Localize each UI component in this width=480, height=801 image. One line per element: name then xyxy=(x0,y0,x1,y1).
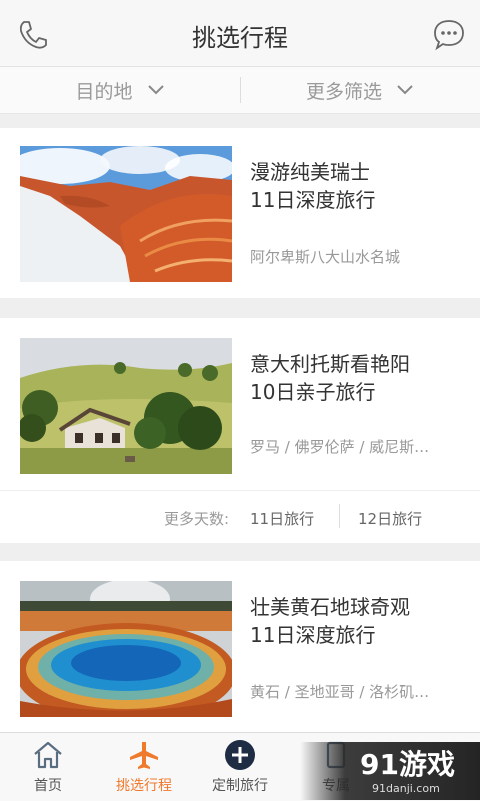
trip-title-line1: 意大利托斯看艳阳 xyxy=(250,352,410,376)
top-bar: 挑选行程 xyxy=(0,0,480,67)
filter-bar: 目的地 更多筛选 xyxy=(0,67,480,114)
home-icon xyxy=(34,741,62,769)
more-days-option[interactable]: 12日旅行 xyxy=(358,508,422,529)
tab-label: 定制旅行 xyxy=(212,778,268,794)
trip-image xyxy=(20,338,232,474)
trip-card[interactable]: 漫游纯美瑞士 11日深度旅行 阿尔卑斯八大山水名城 xyxy=(0,128,480,298)
watermark-brand: 91游戏 xyxy=(360,748,455,780)
page-title: 挑选行程 xyxy=(192,24,288,52)
trip-places: 罗马 / 佛罗伦萨 / 威尼斯… xyxy=(250,438,430,456)
tab-label: 挑选行程 xyxy=(116,778,172,794)
trip-title-line2: 10日亲子旅行 xyxy=(250,380,376,404)
more-days-row: 更多天数: 11日旅行 12日旅行 xyxy=(0,490,480,543)
trip-title-line2: 11日深度旅行 xyxy=(250,623,376,647)
more-filter[interactable]: 更多筛选 xyxy=(240,67,480,113)
trip-title-line1: 漫游纯美瑞士 xyxy=(250,160,370,184)
chevron-down-icon xyxy=(397,85,413,95)
watermark-url: 91danji.com xyxy=(372,782,440,795)
watermark-logo: 91游戏 xyxy=(360,748,455,780)
more-days-label: 更多天数: xyxy=(164,510,230,528)
trip-places: 阿尔卑斯八大山水名城 xyxy=(250,248,401,266)
trip-image xyxy=(20,581,232,717)
tab-pick-trip[interactable]: 挑选行程 xyxy=(96,733,192,801)
plane-icon xyxy=(130,742,158,769)
divider xyxy=(339,504,340,528)
trip-image xyxy=(20,146,232,282)
destination-filter[interactable]: 目的地 xyxy=(0,67,240,113)
chevron-down-icon xyxy=(147,85,164,95)
trip-card[interactable]: 意大利托斯看艳阳 10日亲子旅行 罗马 / 佛罗伦萨 / 威尼斯… 更多天数: … xyxy=(0,318,480,543)
watermark: 91游戏 91danji.com xyxy=(300,742,480,800)
divider xyxy=(240,77,241,103)
trip-places: 黄石 / 圣地亚哥 / 洛杉矶… xyxy=(250,683,430,701)
trip-title: 壮美黄石地球奇观 11日深度旅行 xyxy=(250,593,410,649)
more-filter-label: 更多筛选 xyxy=(305,80,382,103)
destination-label: 目的地 xyxy=(75,80,133,103)
tab-home[interactable]: 首页 xyxy=(0,733,96,801)
tab-custom-trip[interactable]: 定制旅行 xyxy=(192,733,288,801)
trip-title: 意大利托斯看艳阳 10日亲子旅行 xyxy=(250,350,410,406)
plus-circle-icon xyxy=(225,740,255,770)
trip-card[interactable]: 壮美黄石地球奇观 11日深度旅行 黄石 / 圣地亚哥 / 洛杉矶… xyxy=(0,561,480,741)
more-days-option[interactable]: 11日旅行 xyxy=(250,508,314,529)
trip-title-line1: 壮美黄石地球奇观 xyxy=(250,595,410,619)
chat-icon[interactable] xyxy=(432,18,466,52)
tab-label: 首页 xyxy=(34,778,62,794)
trip-title-line2: 11日深度旅行 xyxy=(250,188,376,212)
trip-title: 漫游纯美瑞士 11日深度旅行 xyxy=(250,158,375,214)
